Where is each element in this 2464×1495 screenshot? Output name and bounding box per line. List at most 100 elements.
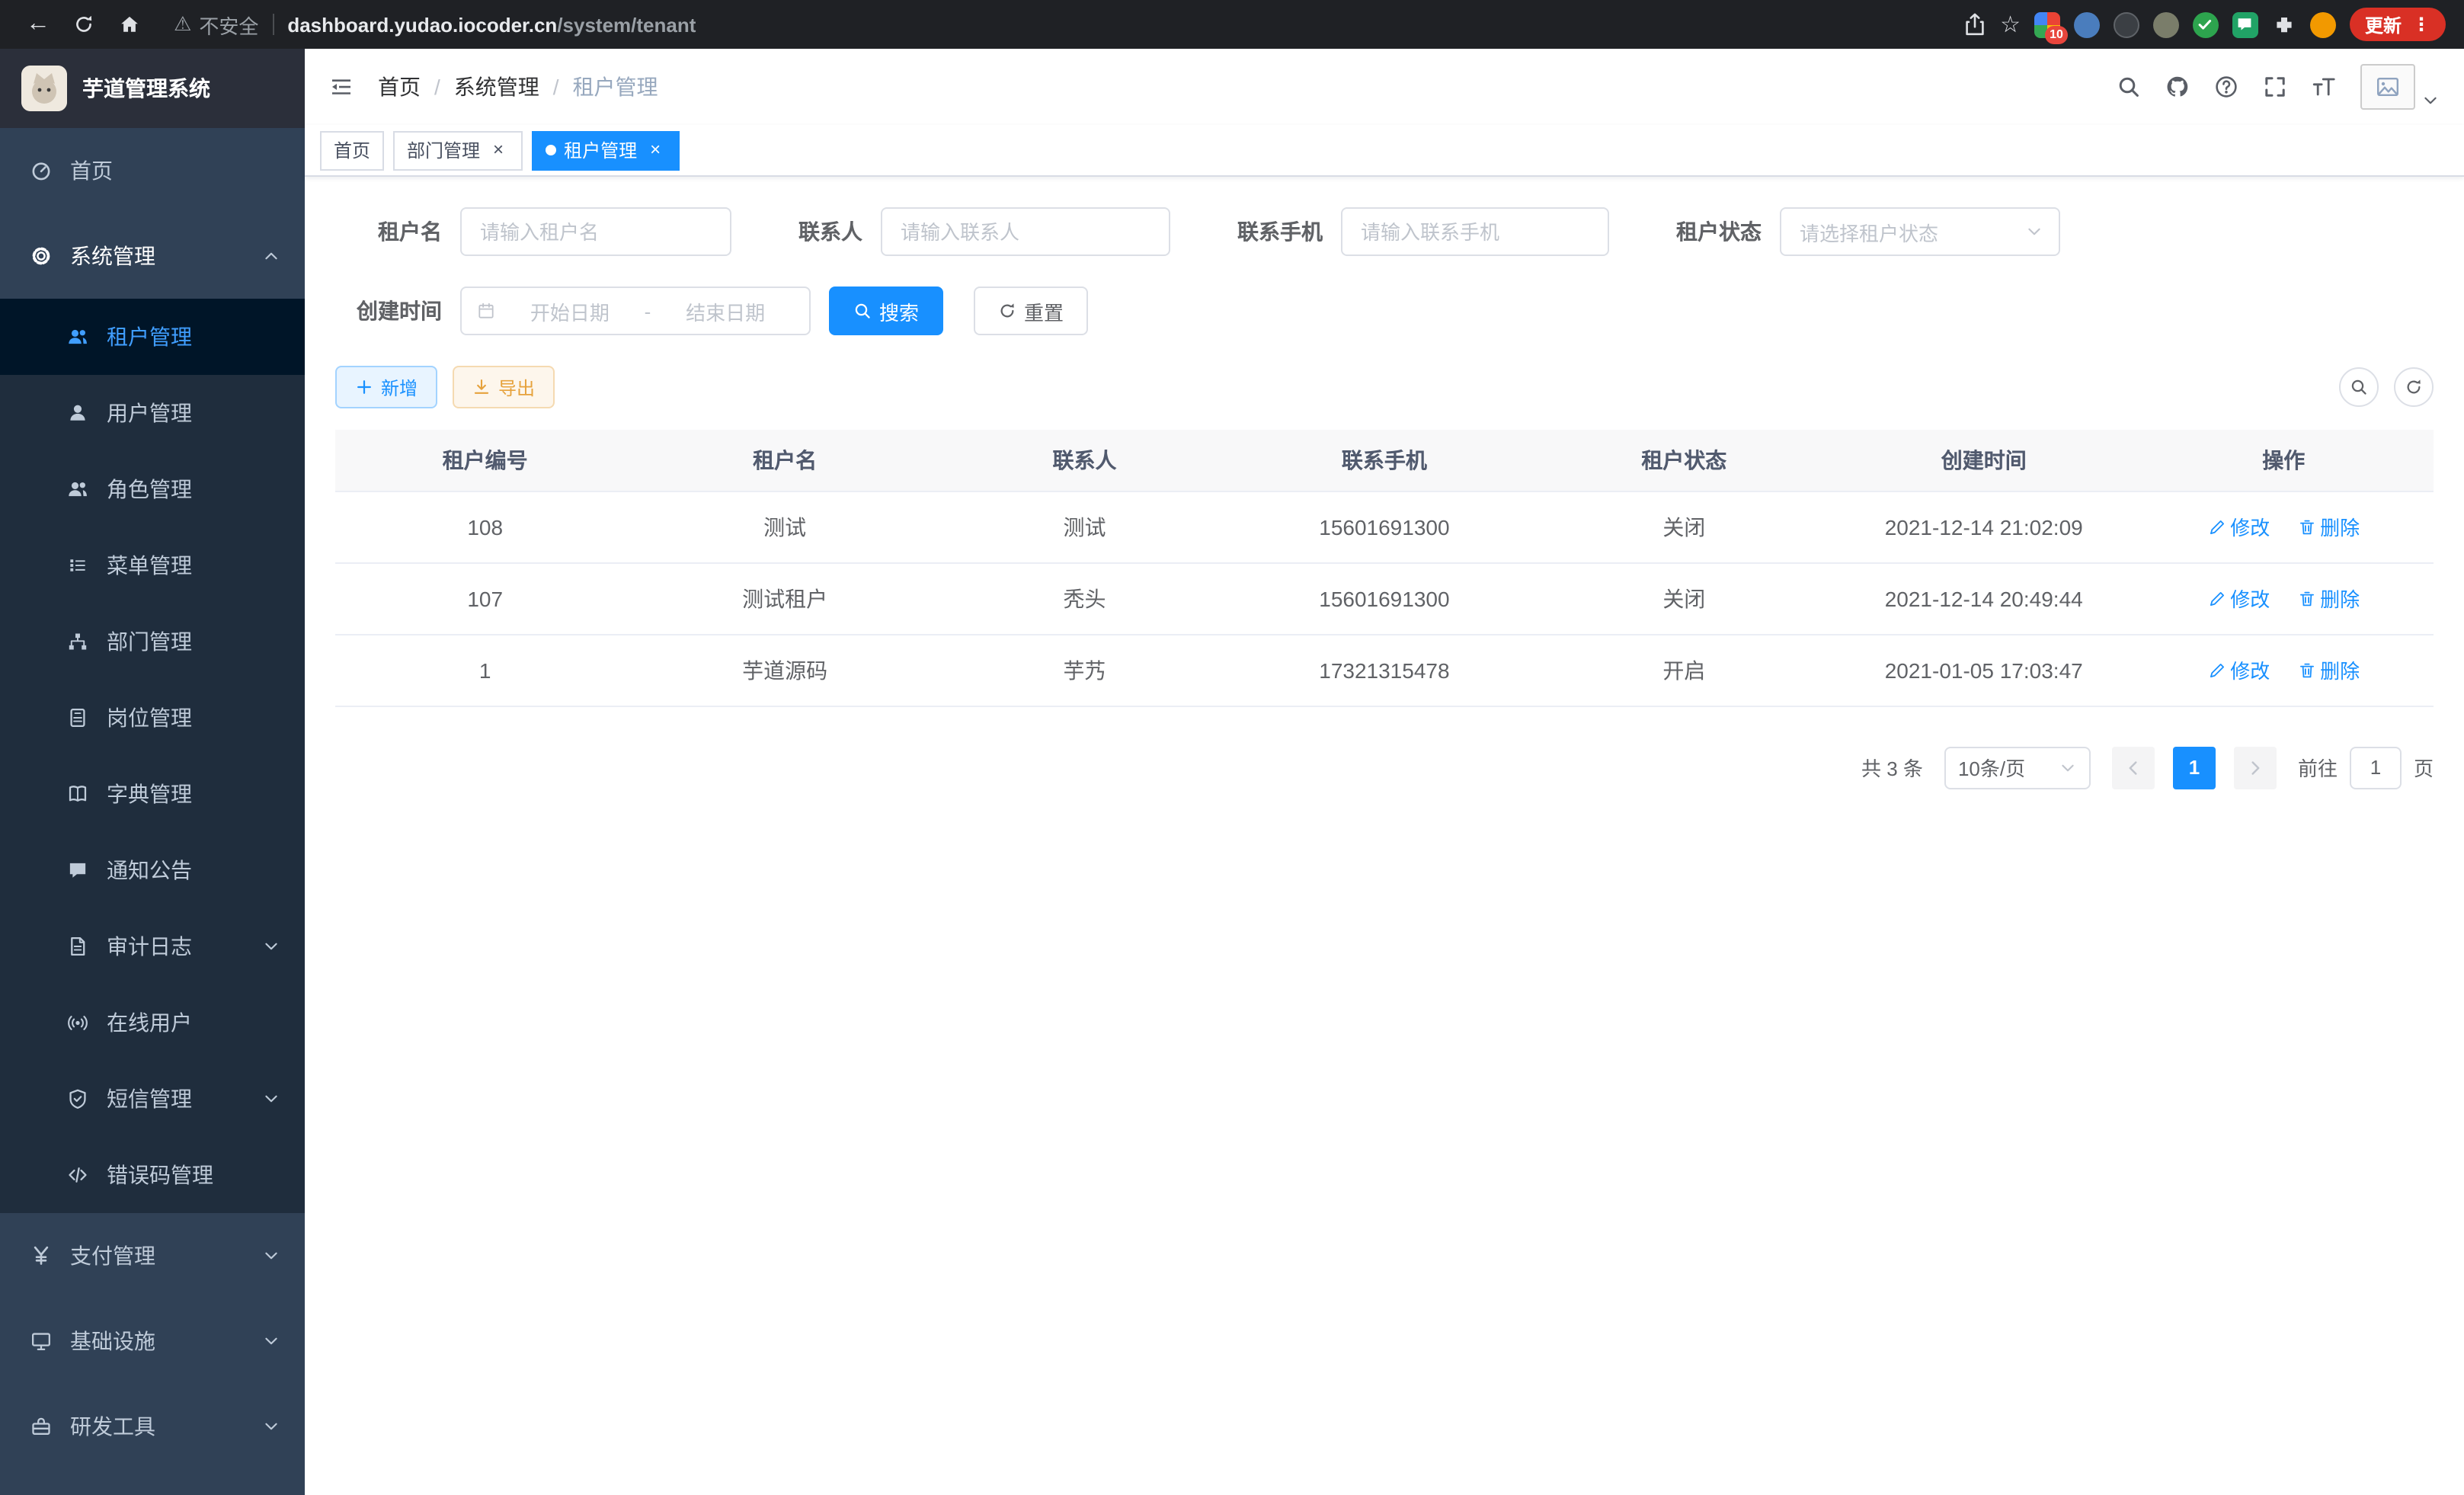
reset-button[interactable]: 重置 [974, 287, 1088, 335]
page-number-button[interactable]: 1 [2173, 746, 2216, 789]
document-icon [67, 936, 88, 957]
sidebar-item-online[interactable]: 在线用户 [0, 984, 305, 1061]
page-size-select[interactable]: 10条/页 [1944, 746, 2091, 789]
sidebar-item-tenant[interactable]: 租户管理 [0, 299, 305, 375]
select-placeholder: 请选择租户状态 [1800, 217, 1938, 246]
close-icon[interactable]: × [645, 139, 666, 161]
extension-icon-6[interactable] [2232, 11, 2258, 37]
home-icon [119, 14, 140, 35]
sidebar-item-post[interactable]: 岗位管理 [0, 680, 305, 756]
sidebar-toggle-hamburger-icon[interactable] [329, 75, 354, 99]
col-header-contact: 联系人 [935, 430, 1234, 491]
extension-icon-2[interactable] [2074, 11, 2100, 37]
browser-profile-avatar[interactable] [2310, 11, 2336, 37]
cell-mobile: 17321315478 [1234, 634, 1534, 706]
search-icon[interactable] [2117, 75, 2141, 99]
dashboard-icon [30, 160, 52, 181]
export-button[interactable]: 导出 [453, 366, 555, 408]
cell-tenant-name: 测试租户 [635, 562, 934, 634]
edit-button[interactable]: 修改 [2207, 584, 2270, 613]
help-question-icon[interactable] [2214, 75, 2238, 99]
refresh-table-button[interactable] [2394, 367, 2434, 407]
sidebar-item-dept[interactable]: 部门管理 [0, 603, 305, 680]
kebab-menu-icon[interactable]: ⋮ [2412, 14, 2430, 35]
extension-icon-4[interactable] [2153, 11, 2179, 37]
navbar-actions [2117, 64, 2440, 110]
edit-icon [2207, 589, 2226, 607]
edit-button[interactable]: 修改 [2207, 655, 2270, 684]
sidebar-item-infra[interactable]: 基础设施 [0, 1298, 305, 1384]
page-size-value: 10条/页 [1958, 753, 2025, 782]
sidebar-item-menu[interactable]: 菜单管理 [0, 527, 305, 603]
contact-label: 联系人 [798, 216, 862, 247]
sidebar-item-errcode[interactable]: 错误码管理 [0, 1137, 305, 1213]
sidebar-item-pay[interactable]: 支付管理 [0, 1213, 305, 1298]
status-label: 租户状态 [1676, 216, 1762, 247]
sidebar-item-user[interactable]: 用户管理 [0, 375, 305, 451]
sidebar-item-audit[interactable]: 审计日志 [0, 908, 305, 984]
delete-button[interactable]: 删除 [2297, 584, 2360, 613]
delete-button[interactable]: 删除 [2297, 512, 2360, 541]
user-avatar-dropdown[interactable] [2360, 64, 2440, 110]
tab-tenant[interactable]: 租户管理× [532, 130, 680, 170]
screen: ← ⚠ 不安全 dashboard.yudao.iocoder.cn/syste… [0, 0, 2464, 1495]
add-button[interactable]: 新增 [335, 366, 437, 408]
breadcrumb-item-system[interactable]: 系统管理 [454, 72, 539, 102]
main-panel: 首页 / 系统管理 / 租户管理 [305, 49, 2464, 1495]
table-row[interactable]: 1 芋道源码 芋艿 17321315478 开启 2021-01-05 17:0… [335, 634, 2434, 706]
pagination: 共 3 条 10条/页 1 前往 页 [335, 746, 2434, 789]
tab-dept[interactable]: 部门管理 × [393, 130, 523, 170]
search-button[interactable]: 搜索 [829, 287, 943, 335]
toggle-search-button[interactable] [2339, 367, 2379, 407]
filter-contact: 联系人 [798, 207, 1170, 256]
filter-row-1: 租户名 联系人 联系手机 租户状态 请选择租户状态 [335, 207, 2434, 256]
extension-icon-1[interactable]: 10 [2034, 11, 2060, 37]
app-logo-header[interactable]: 芋道管理系统 [0, 49, 305, 128]
menu-label: 系统管理 [70, 241, 155, 271]
sidebar-item-system[interactable]: 系统管理 [0, 213, 305, 299]
date-range-separator: - [645, 299, 651, 322]
browser-toolbar: ← ⚠ 不安全 dashboard.yudao.iocoder.cn/syste… [0, 0, 2464, 49]
browser-update-button[interactable]: 更新 ⋮ [2350, 8, 2446, 41]
goto-page-input[interactable] [2350, 746, 2402, 789]
table-row[interactable]: 107 测试租户 秃头 15601691300 关闭 2021-12-14 20… [335, 562, 2434, 634]
search-button-label: 搜索 [879, 296, 919, 325]
extension-icon-5[interactable] [2193, 11, 2219, 37]
code-icon [67, 1164, 88, 1186]
prev-page-button[interactable] [2112, 746, 2155, 789]
extensions-puzzle-icon[interactable] [2272, 12, 2296, 37]
table-row[interactable]: 108 测试 测试 15601691300 关闭 2021-12-14 21:0… [335, 491, 2434, 562]
bookmark-star-icon[interactable]: ☆ [2000, 11, 2021, 38]
sidebar-item-devtools[interactable]: 研发工具 [0, 1384, 305, 1469]
menu-label: 审计日志 [107, 931, 192, 962]
font-size-icon[interactable] [2312, 75, 2336, 99]
share-icon[interactable] [1962, 12, 1986, 37]
github-icon[interactable] [2165, 75, 2190, 99]
browser-refresh-button[interactable] [64, 5, 104, 44]
sidebar-item-notice[interactable]: 通知公告 [0, 832, 305, 908]
chevron-down-icon [2059, 758, 2077, 776]
sidebar-item-role[interactable]: 角色管理 [0, 451, 305, 527]
create-time-range-picker[interactable]: 开始日期 - 结束日期 [460, 287, 811, 335]
contact-input[interactable] [881, 207, 1170, 256]
browser-home-button[interactable] [110, 5, 149, 44]
tenant-name-input[interactable] [460, 207, 731, 256]
sidebar-item-sms[interactable]: 短信管理 [0, 1061, 305, 1137]
next-page-button[interactable] [2234, 746, 2277, 789]
tab-home[interactable]: 首页 [320, 130, 384, 170]
security-chip[interactable]: ⚠ 不安全 [174, 10, 258, 39]
mobile-input[interactable] [1341, 207, 1609, 256]
extension-icon-3[interactable] [2114, 11, 2139, 37]
tab-label: 部门管理 [407, 137, 480, 163]
address-bar[interactable]: ⚠ 不安全 dashboard.yudao.iocoder.cn/system/… [174, 10, 1956, 39]
sidebar-item-home[interactable]: 首页 [0, 128, 305, 213]
tenant-status-select[interactable]: 请选择租户状态 [1780, 207, 2060, 256]
delete-button[interactable]: 删除 [2297, 655, 2360, 684]
menu-label: 用户管理 [107, 398, 192, 428]
close-icon[interactable]: × [488, 139, 509, 161]
sidebar-item-dict[interactable]: 字典管理 [0, 756, 305, 832]
breadcrumb-item-home[interactable]: 首页 [378, 72, 421, 102]
edit-button[interactable]: 修改 [2207, 512, 2270, 541]
fullscreen-icon[interactable] [2263, 75, 2287, 99]
browser-back-button[interactable]: ← [18, 5, 58, 44]
